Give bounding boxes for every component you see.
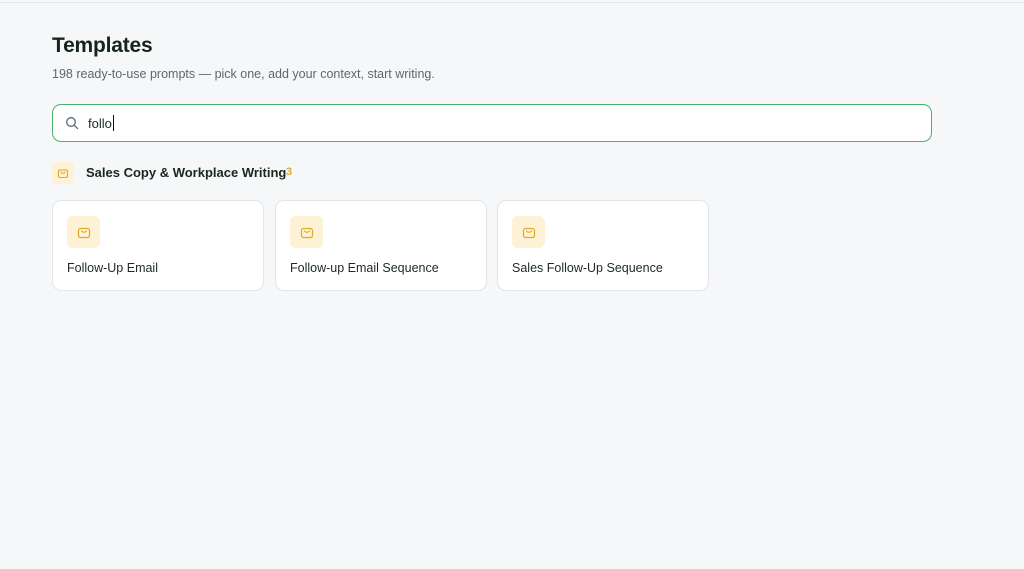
page-title: Templates [52,34,153,57]
shopping-bag-icon [67,216,100,248]
template-card-follow-up-email-sequence[interactable]: Follow-up Email Sequence [275,200,487,291]
shopping-bag-icon [290,216,323,248]
card-title: Sales Follow-Up Sequence [512,261,663,275]
category-count-badge: 3 [286,166,293,178]
search-box[interactable] [52,104,932,142]
page-subtitle: 198 ready-to-use prompts — pick one, add… [52,67,435,81]
shopping-bag-icon [52,162,74,184]
card-title: Follow-up Email Sequence [290,261,439,275]
top-divider [0,2,1024,3]
search-input[interactable] [88,113,908,133]
template-card-sales-follow-up-sequence[interactable]: Sales Follow-Up Sequence [497,200,709,291]
template-card-follow-up-email[interactable]: Follow-Up Email [52,200,264,291]
search-icon [66,117,79,130]
category-header: Sales Copy & Workplace Writing 3 [52,162,452,184]
text-caret [113,115,114,131]
category-label: Sales Copy & Workplace Writing [86,165,287,180]
shopping-bag-icon [512,216,545,248]
card-title: Follow-Up Email [67,261,158,275]
